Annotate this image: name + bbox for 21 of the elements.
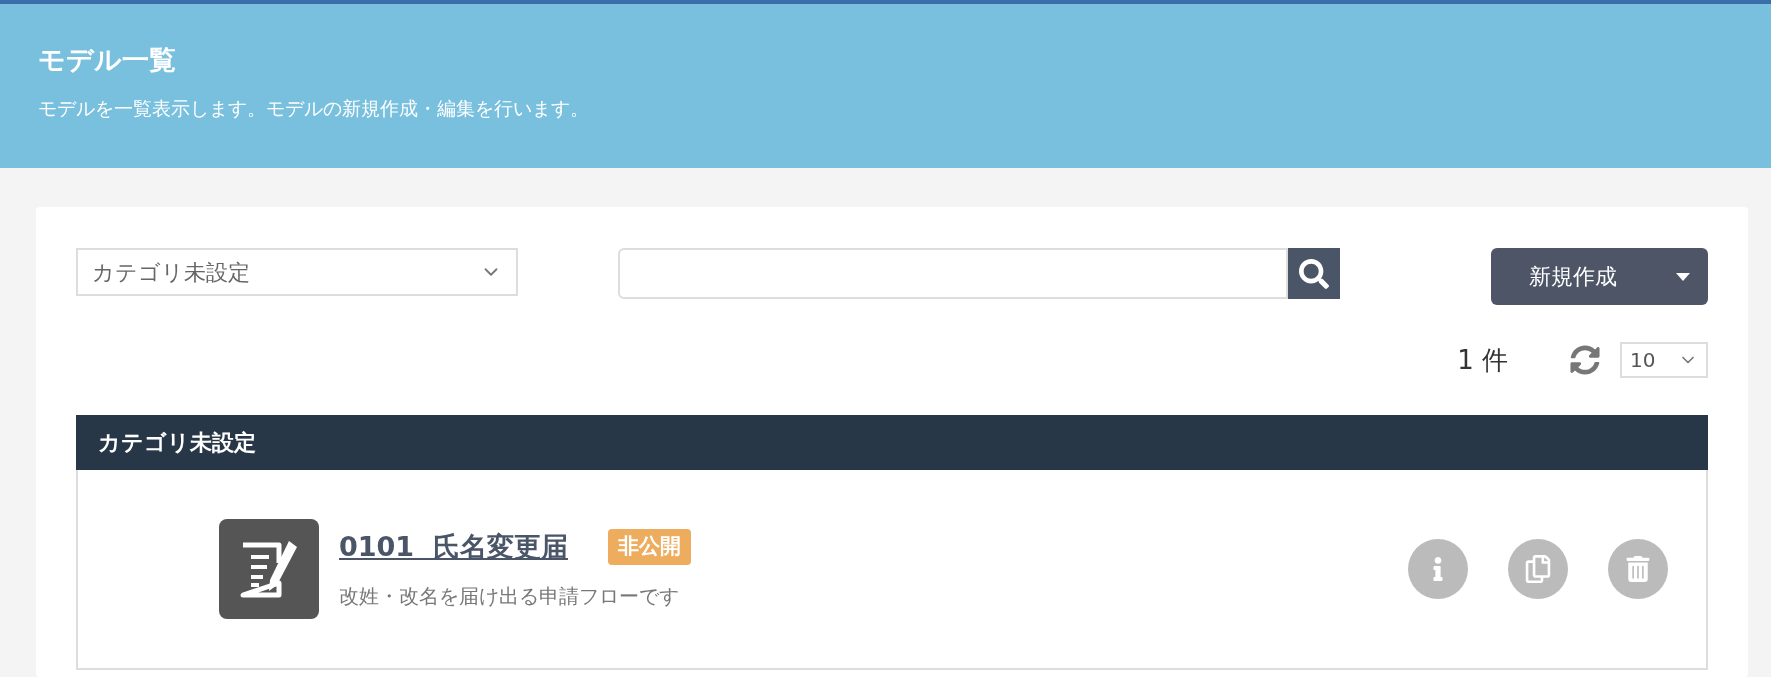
page-size-select[interactable]: 10 [1620,342,1708,378]
status-badge: 非公開 [607,529,691,565]
search-field[interactable] [618,248,1288,299]
info-button[interactable] [1408,539,1468,599]
page-title: モデル一覧 [38,43,177,77]
document-pen-icon [219,519,319,619]
search-icon [1299,258,1329,289]
trash-icon [1625,556,1651,582]
category-title: カテゴリ未設定 [98,429,256,457]
model-description: 改姓・改名を届け出る申請フローです [339,583,680,611]
page-description: モデルを一覧表示します。モデルの新規作成・編集を行います。 [38,96,590,121]
copy-button[interactable] [1508,539,1568,599]
delete-button[interactable] [1608,539,1668,599]
model-title-link[interactable]: 0101 氏名変更届 [339,526,568,568]
new-button[interactable]: 新規作成 [1491,248,1708,305]
refresh-icon[interactable] [1570,345,1600,375]
result-count: 1 件 [1457,343,1508,377]
caret-icon [1676,272,1690,281]
category-select[interactable]: カテゴリ未設定 [76,248,518,296]
search-button[interactable] [1288,248,1340,299]
copy-icon [1524,555,1552,583]
